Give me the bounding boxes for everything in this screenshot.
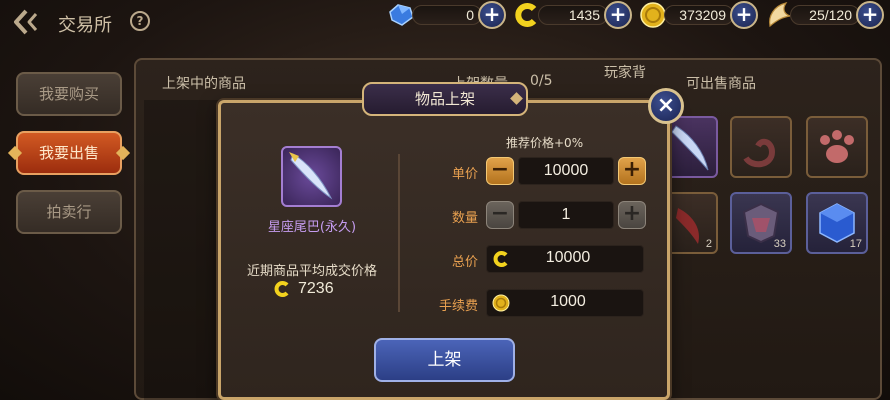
page-title: 交易所: [58, 15, 112, 36]
player-bag-tab[interactable]: 玩家背: [604, 62, 646, 82]
total-price-value: 10000: [545, 249, 591, 266]
listed-items-header: 上架中的商品: [162, 76, 246, 92]
paw-icon: [820, 130, 854, 163]
c-coin-value: 1435: [568, 7, 600, 23]
listed-count-value: 0/5: [530, 73, 553, 89]
gold-value: 373209: [679, 7, 726, 23]
inventory-slot[interactable]: 17: [806, 192, 868, 254]
inventory-slot[interactable]: [730, 116, 792, 178]
back-icon[interactable]: [12, 8, 42, 36]
horn-icon: [743, 138, 776, 168]
slot-count: 2: [705, 238, 712, 250]
top-bar: 交易所 ? 0 + 1435 + 373209 + 25/120 +: [0, 0, 890, 46]
inventory-slot[interactable]: 33: [730, 192, 792, 254]
dialog-divider: [398, 154, 400, 312]
total-price-label: 总价: [451, 255, 478, 270]
quantity-label: 数量: [451, 211, 478, 226]
inventory-slot[interactable]: [806, 116, 868, 178]
unit-price-field[interactable]: 10000: [518, 157, 614, 185]
help-icon[interactable]: ?: [130, 11, 150, 31]
add-c-coin-button[interactable]: +: [604, 1, 632, 29]
gold-coin-icon: [491, 293, 511, 313]
gem-value: 0: [466, 7, 474, 23]
add-stamina-button[interactable]: +: [856, 1, 884, 29]
slot-count: 33: [773, 238, 786, 250]
stamina-value: 25/120: [809, 7, 852, 23]
unit-price-label: 单价: [451, 167, 478, 182]
item-slot: [281, 146, 342, 207]
unit-price-plus-button[interactable]: +: [618, 157, 646, 185]
sidebar-item-auction[interactable]: 拍卖行: [16, 190, 122, 234]
dialog-title: 物品上架: [362, 82, 528, 116]
c-coin-icon: [491, 249, 511, 269]
add-gold-button[interactable]: +: [730, 1, 758, 29]
quantity-plus-button[interactable]: +: [618, 201, 646, 229]
quantity-minus-button[interactable]: −: [486, 201, 514, 229]
fee-value: 1000: [550, 293, 586, 310]
unit-price-minus-button[interactable]: −: [486, 157, 514, 185]
avg-price-label: 近期商品平均成交价格: [246, 264, 377, 279]
sidebar-item-buy[interactable]: 我要购买: [16, 72, 122, 116]
close-button[interactable]: ×: [648, 88, 684, 124]
fee-label: 手续费: [438, 299, 478, 314]
sellable-items-header: 可出售商品: [686, 76, 756, 92]
list-item-button[interactable]: 上架: [374, 338, 515, 382]
tail-feather-icon: [289, 152, 333, 200]
slot-count: 17: [849, 238, 862, 250]
recommended-price-label: 推荐价格+0%: [506, 136, 584, 150]
c-coin-icon: [272, 279, 292, 299]
quantity-field[interactable]: 1: [518, 201, 614, 229]
avg-price-value: 7236: [298, 280, 334, 297]
item-name: 星座尾巴(永久): [267, 220, 357, 235]
sidebar-item-sell[interactable]: 我要出售: [16, 131, 122, 175]
add-gem-button[interactable]: +: [478, 1, 506, 29]
